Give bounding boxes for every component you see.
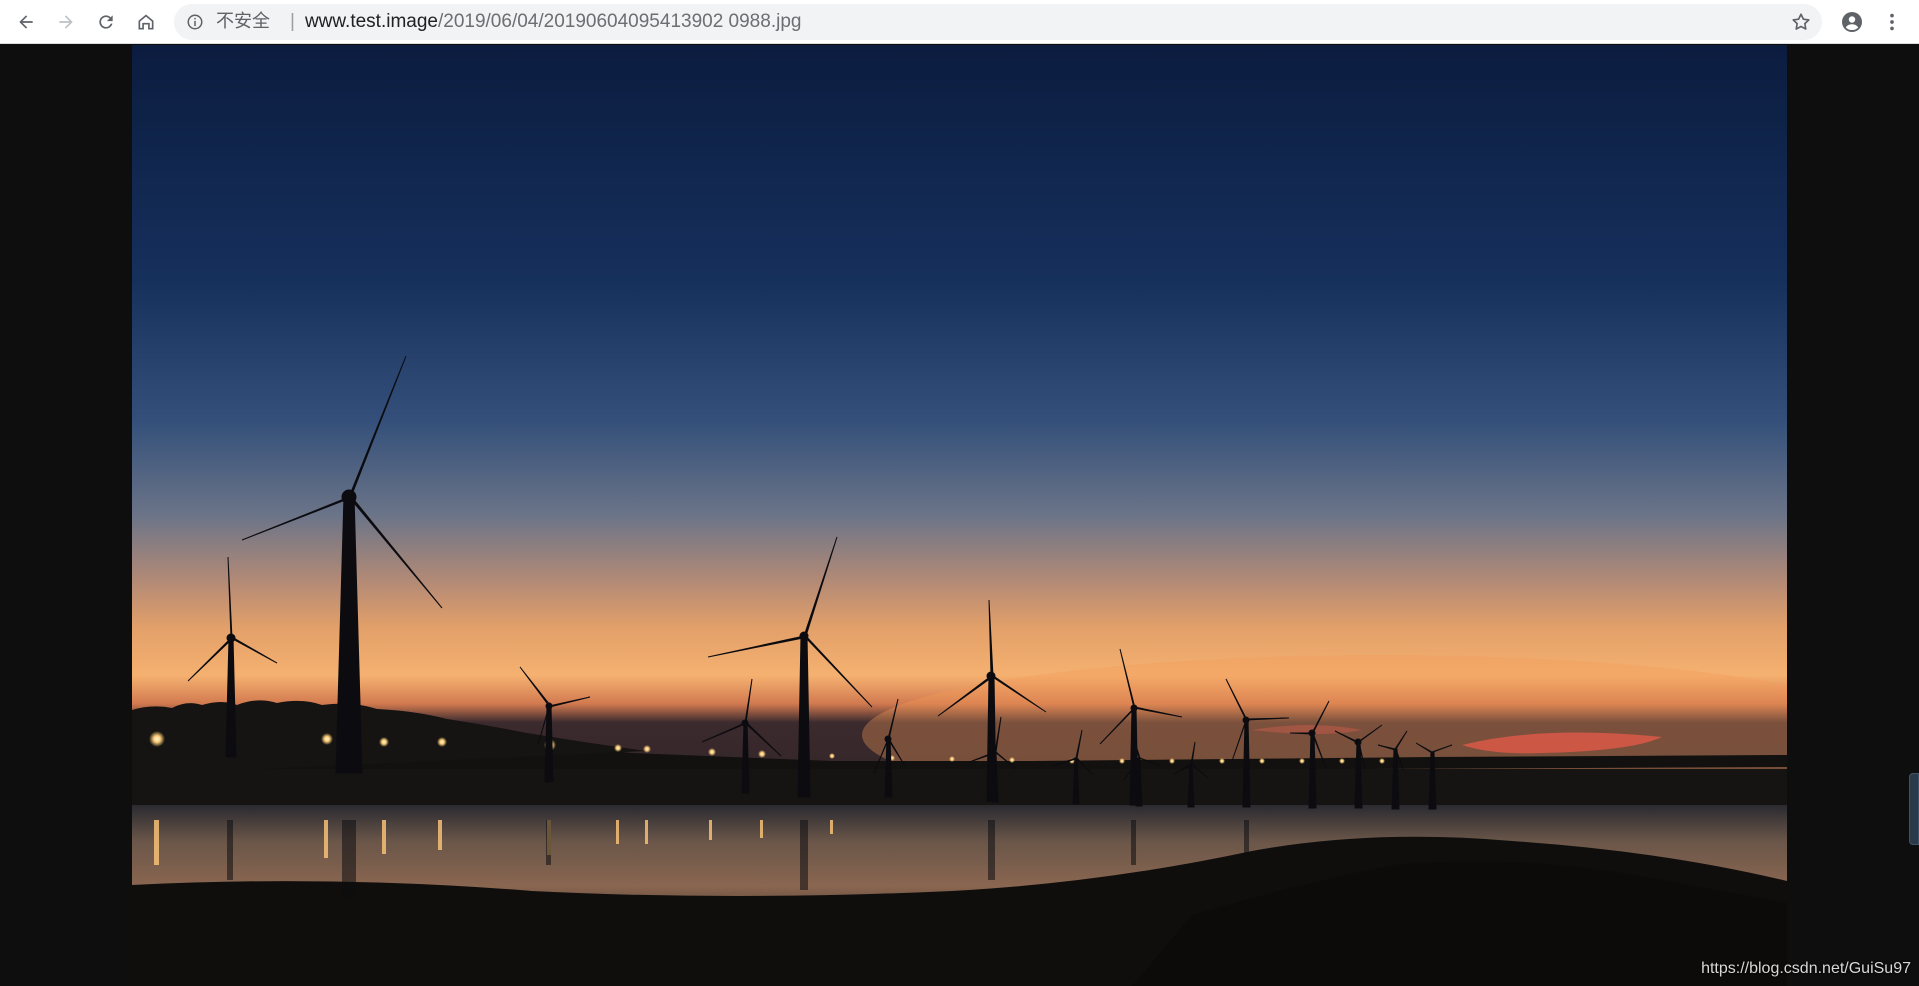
url-text[interactable]: | www.test.image/2019/06/04/2019060409541… [290, 12, 801, 32]
watermark: https://blog.csdn.net/GuiSu97 [1701, 960, 1911, 977]
arrow-right-icon [59, 15, 73, 29]
account-button[interactable] [1836, 6, 1868, 38]
sunset-wind-farm-image [132, 45, 1787, 986]
side-panel-tab[interactable] [1909, 773, 1919, 845]
info-icon[interactable] [186, 13, 204, 31]
home-button[interactable] [130, 6, 162, 38]
reload-icon [99, 15, 113, 29]
reload-button[interactable] [90, 6, 122, 38]
url-path: /2019/06/04/20190604095413902 0988.jpg [437, 11, 802, 32]
url-host: www.test.image [304, 11, 438, 32]
security-label[interactable]: 不安全 [216, 12, 270, 32]
browser-toolbar: 不安全 | www.test.image/2019/06/04/201906040… [0, 0, 1919, 44]
menu-icon [1890, 13, 1894, 31]
url-separator: | [290, 11, 295, 32]
account-icon [1842, 12, 1862, 32]
page-viewport: https://blog.csdn.net/GuiSu97 [0, 45, 1919, 986]
menu-button[interactable] [1876, 6, 1908, 38]
back-button[interactable] [10, 6, 42, 38]
address-bar[interactable]: 不安全 | www.test.image/2019/06/04/201906040… [174, 4, 1822, 40]
arrow-left-icon [19, 15, 33, 29]
wind-turbines-photo[interactable] [132, 45, 1787, 986]
star-icon[interactable] [1790, 11, 1812, 33]
home-icon [138, 14, 154, 30]
forward-button[interactable] [50, 6, 82, 38]
